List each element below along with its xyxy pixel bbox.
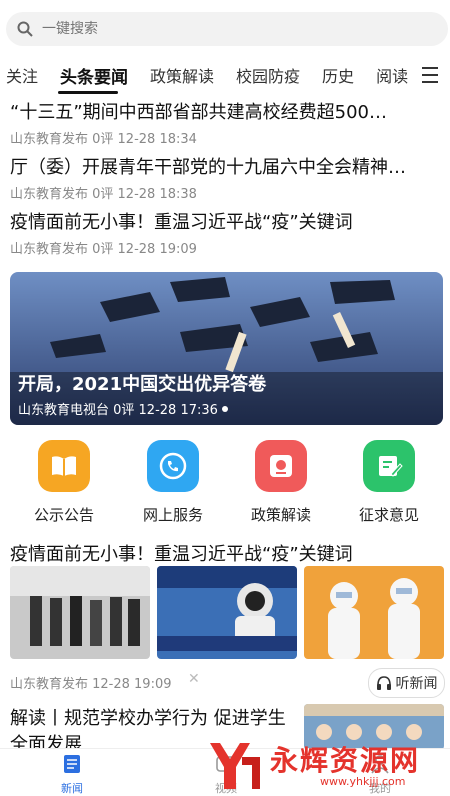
- news-title: 疫情面前无小事！重温习近平战“疫”关键词: [10, 212, 353, 233]
- category-tabs: 关注 头条要闻 政策解读 校园防疫 历史 阅读 职: [0, 58, 450, 92]
- news-meta: 山东教育发布 0评 12-28 19:09: [10, 242, 197, 257]
- quick-link-label: 网上服务: [142, 506, 203, 524]
- news-title: “十三五”期间中西部省部共建高校经费超500…: [10, 102, 388, 123]
- search-input[interactable]: [40, 20, 404, 38]
- meeting-photo: [10, 566, 150, 659]
- banner-title: 开局，2021中国交出优异答卷: [18, 374, 267, 395]
- menu-icon: [422, 67, 438, 83]
- banner-meta: 山东教育电视台 0评 12-28 17:36: [18, 403, 218, 418]
- tab-headlines[interactable]: 头条要闻: [60, 63, 128, 88]
- quick-link-online-service[interactable]: 网上服务: [128, 440, 218, 525]
- dismiss-icon[interactable]: ✕: [188, 671, 200, 687]
- quick-link-label: 征求意见: [358, 506, 419, 524]
- quick-link-announcements[interactable]: 公示公告: [19, 440, 109, 525]
- quick-link-policy[interactable]: 政策解读: [236, 440, 326, 525]
- search-box[interactable]: [6, 12, 448, 46]
- section-title[interactable]: 疫情面前无小事！重温习近平战“疫”关键词: [10, 540, 353, 566]
- tab-campus-epidemic[interactable]: 校园防疫: [236, 63, 300, 87]
- news-thumbnail[interactable]: [157, 566, 297, 659]
- news-icon: [64, 755, 80, 773]
- headphones-icon: [376, 676, 391, 690]
- news-thumbnail[interactable]: [10, 566, 150, 659]
- watermark-url: www.yhkjjj.com: [320, 775, 406, 788]
- news-thumbnail[interactable]: [304, 566, 444, 659]
- watermark-text: 永辉资源网: [270, 744, 421, 777]
- badge-icon: [255, 440, 307, 492]
- news-meta: 山东教育发布 0评 12-28 18:38: [10, 187, 197, 202]
- news-title: 厅（委）开展青年干部党的十九届六中全会精神…: [10, 157, 406, 178]
- news-item[interactable]: 厅（委）开展青年干部党的十九届六中全会精神… 山东教育发布 0评 12-28 1…: [10, 156, 442, 202]
- quick-link-feedback[interactable]: 征求意见: [344, 440, 434, 525]
- tab-history[interactable]: 历史: [322, 63, 354, 87]
- phone-icon: [147, 440, 199, 492]
- listen-label: 听新闻: [395, 676, 438, 692]
- nav-news[interactable]: 新闻: [42, 753, 102, 796]
- astronaut-photo: [157, 566, 297, 659]
- news-meta: 山东教育发布 0评 12-28 18:34: [10, 132, 197, 147]
- watermark: 永辉资源网 www.yhkjjj.com: [200, 735, 450, 795]
- listen-news-button[interactable]: 听新闻: [368, 668, 445, 698]
- edit-icon: [363, 440, 415, 492]
- search-icon: [17, 21, 33, 37]
- section-meta: 山东教育发布 12-28 19:09: [10, 677, 172, 692]
- news-item[interactable]: “十三五”期间中西部省部共建高校经费超500… 山东教育发布 0评 12-28 …: [10, 101, 442, 147]
- tab-follow[interactable]: 关注: [6, 63, 38, 87]
- tab-policy[interactable]: 政策解读: [150, 63, 214, 87]
- nav-label: 新闻: [61, 782, 83, 795]
- banner-carousel[interactable]: 开局，2021中国交出优异答卷 山东教育电视台 0评 12-28 17:36: [10, 272, 443, 425]
- news-item[interactable]: 疫情面前无小事！重温习近平战“疫”关键词 山东教育发布 0评 12-28 19:…: [10, 211, 442, 257]
- carousel-dot[interactable]: [222, 406, 228, 412]
- active-tab-indicator: [58, 91, 118, 94]
- search-bar[interactable]: [0, 10, 450, 46]
- watermark-logo-icon: [210, 743, 260, 789]
- tab-reading[interactable]: 阅读: [376, 63, 408, 87]
- quick-link-label: 公示公告: [33, 506, 94, 524]
- book-icon: [38, 440, 90, 492]
- quick-link-label: 政策解读: [250, 506, 311, 524]
- medical-staff-photo: [304, 566, 444, 659]
- more-tabs-button[interactable]: [410, 58, 450, 92]
